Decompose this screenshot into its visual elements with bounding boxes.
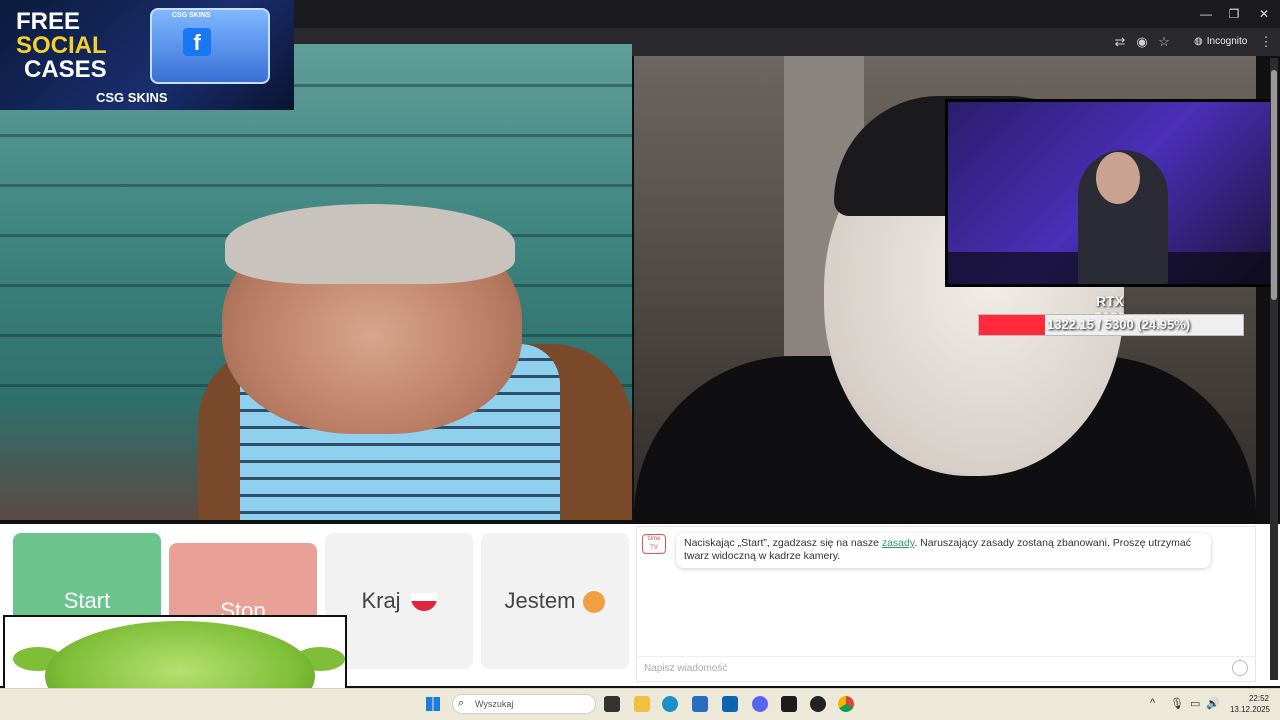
facebook-icon: f — [183, 28, 211, 56]
search-icon: ⌕ — [458, 697, 465, 709]
stranger-video — [0, 44, 632, 520]
league-icon[interactable] — [781, 696, 797, 712]
discord-icon[interactable] — [752, 696, 768, 712]
country-label: Kraj — [361, 588, 401, 613]
gender-select-button[interactable]: Jestem — [481, 533, 629, 669]
display-icon[interactable]: ▭ — [1190, 697, 1200, 710]
browser-menu-icon[interactable]: ⋮ — [1258, 34, 1274, 50]
clock-time[interactable]: 22:52 — [1239, 694, 1269, 703]
obs-icon[interactable] — [810, 696, 826, 712]
gpu-goal-progress-bar: 1322.15 / 5300 (24.95%) — [978, 314, 1244, 336]
incognito-label: Incognito — [1206, 36, 1248, 47]
outlook-icon[interactable] — [722, 696, 738, 712]
streamer-webcam-overlay — [945, 99, 1275, 287]
csgskins-ad-banner[interactable]: FREE SOCIAL CASES CSG SKINS f CSG SKINS — [0, 0, 294, 110]
ometv-logo-icon: Ome TV — [642, 534, 666, 554]
file-explorer-icon[interactable] — [634, 696, 650, 712]
tray-overflow-icon[interactable]: ^ — [1150, 697, 1155, 709]
edge-icon[interactable] — [662, 696, 678, 712]
incognito-badge[interactable]: ◍ Incognito — [1188, 33, 1253, 51]
ad-brand-logo: CSG SKINS — [96, 90, 168, 105]
translate-icon[interactable]: ⇄ — [1112, 34, 1128, 50]
taskbar-search[interactable]: Wyszukaj — [452, 694, 596, 714]
boy-emoji-icon — [583, 591, 606, 614]
eye-off-icon[interactable]: ◉ — [1134, 34, 1150, 50]
gender-label: Jestem — [504, 588, 576, 613]
close-icon[interactable]: ✕ — [1254, 6, 1274, 22]
restore-icon[interactable]: ❐ — [1224, 6, 1244, 22]
case-badge-text: CSG SKINS — [172, 12, 211, 19]
scrollbar-thumb[interactable] — [1271, 70, 1277, 300]
gpu-goal-progress-fill — [979, 315, 1045, 335]
country-select-button[interactable]: Kraj — [325, 533, 473, 669]
store-icon[interactable] — [692, 696, 708, 712]
clock-date[interactable]: 13.12.2025 — [1222, 705, 1270, 714]
chrome-icon[interactable] — [838, 696, 854, 712]
incognito-icon: ◍ — [1194, 36, 1203, 47]
microphone-icon[interactable]: 🎙 — [1170, 697, 1184, 710]
windows-start-icon[interactable] — [426, 697, 440, 711]
emoji-picker-icon[interactable] — [1232, 660, 1248, 676]
rules-link[interactable]: zasady — [882, 537, 915, 549]
bookmark-star-icon[interactable]: ☆ — [1156, 34, 1172, 50]
task-view-icon[interactable] — [604, 696, 620, 712]
chat-message-input[interactable]: Napisz wiadomość — [636, 656, 1256, 680]
gpu-goal-progress-text: 1322.15 / 5300 (24.95%) — [1047, 317, 1191, 332]
minimize-icon[interactable]: — — [1196, 6, 1216, 22]
message-text-prefix: Naciskając „Start”, zgadzasz się na nasz… — [684, 537, 882, 549]
ad-line-cases: CASES — [24, 56, 107, 83]
system-message: Naciskając „Start”, zgadzasz się na nasz… — [676, 533, 1211, 568]
volume-icon[interactable]: 🔊 — [1206, 697, 1220, 710]
poland-flag-icon — [410, 593, 437, 612]
